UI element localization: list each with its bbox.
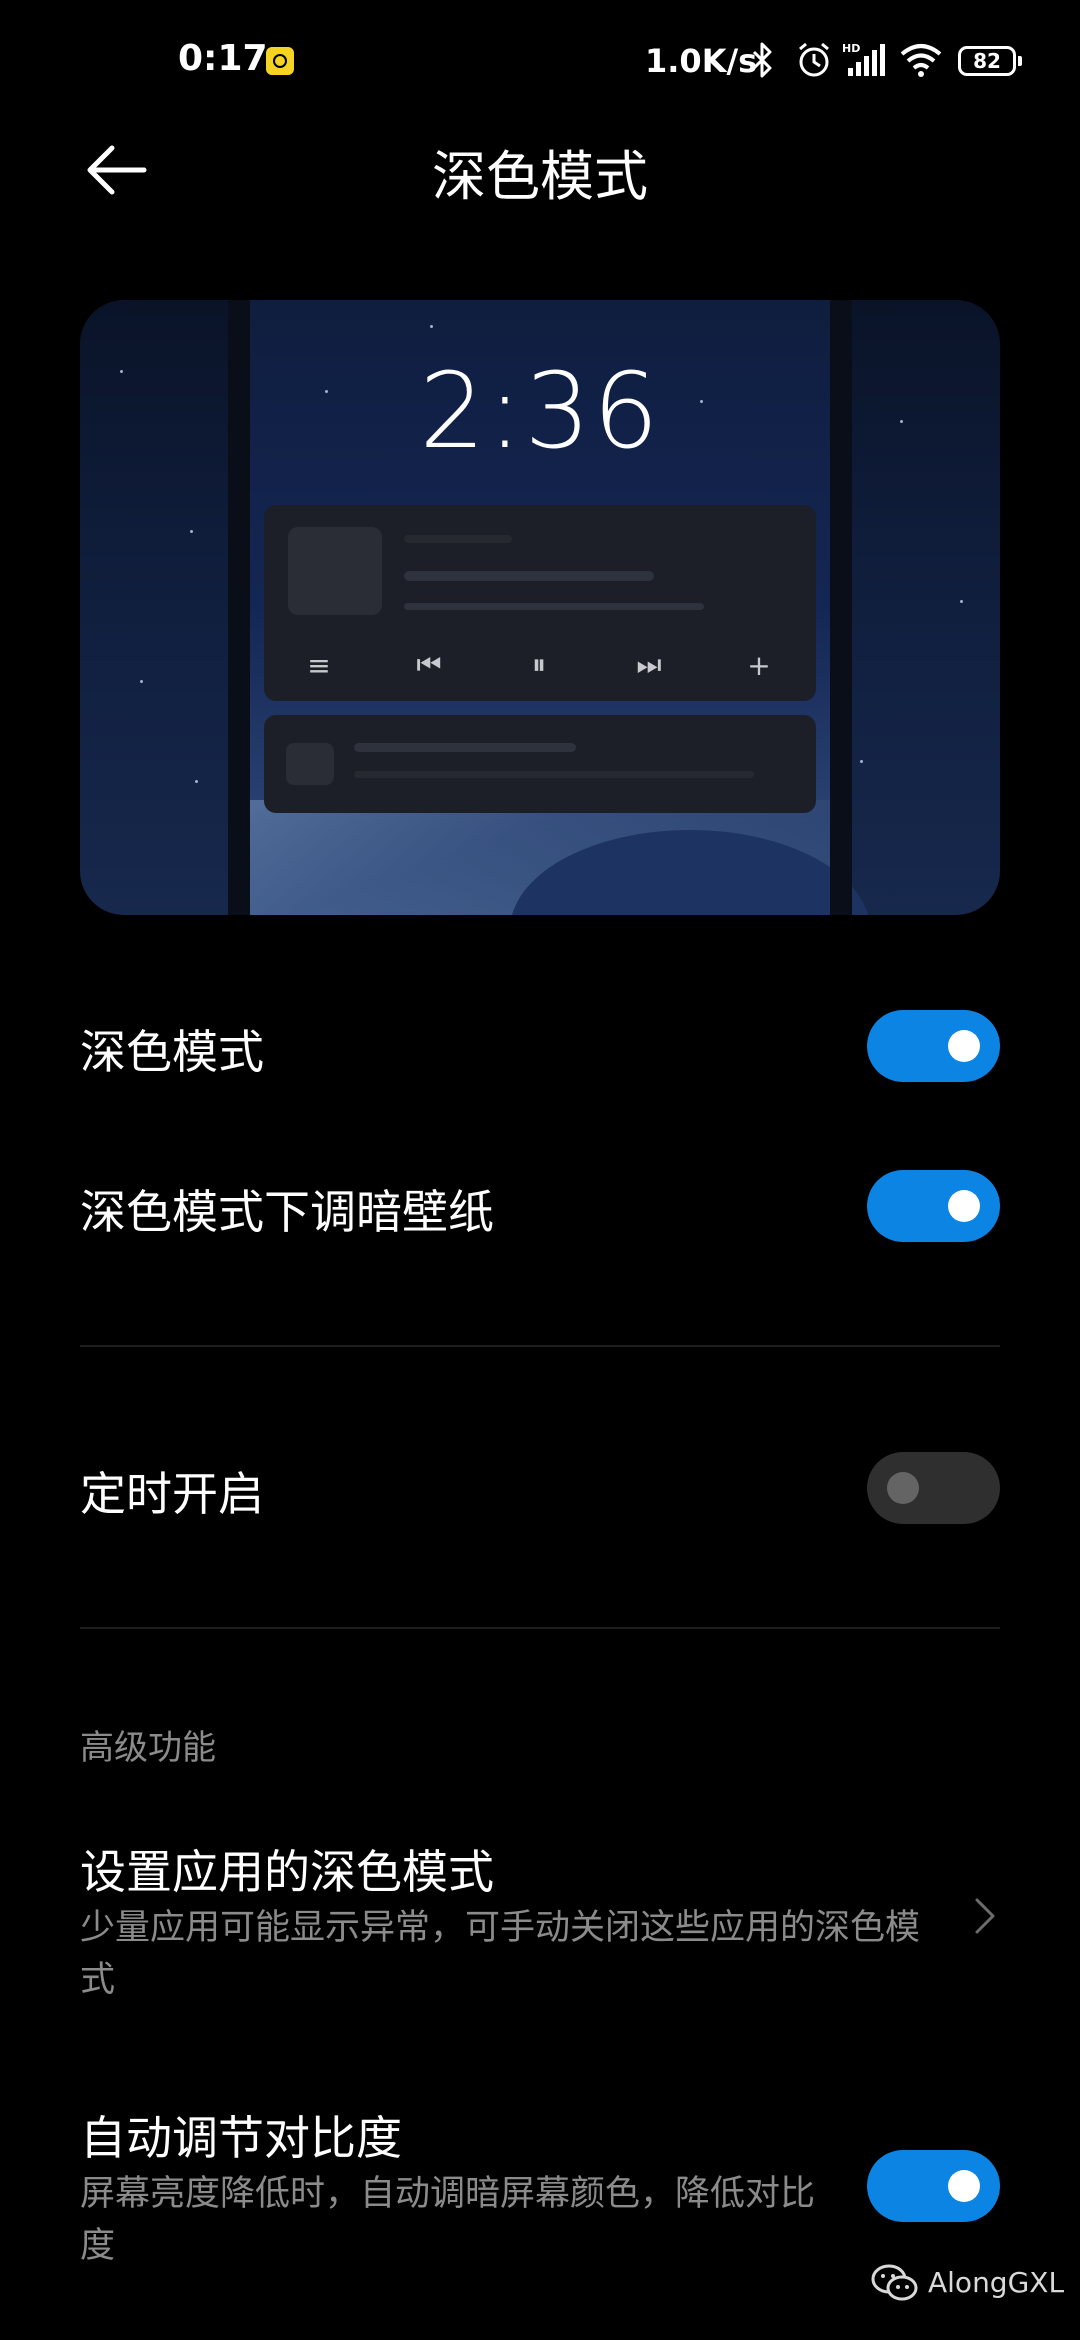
toggle-knob	[948, 1030, 980, 1062]
preview-notification-card	[264, 715, 816, 813]
auto-contrast-description: 屏幕亮度降低时，自动调暗屏幕颜色，降低对比度	[80, 2174, 816, 2266]
preview-notification-thumbnail	[286, 743, 334, 785]
divider	[80, 1627, 1000, 1629]
wifi-icon	[900, 44, 942, 77]
signal-hd-icon: HD	[842, 42, 885, 76]
chevron-right-icon	[975, 1898, 995, 1934]
dark-mode-label: 深色模式	[80, 1025, 264, 1079]
preview-notification-card: ≡ ⏮ ⏸ ⏭ +	[264, 505, 816, 701]
dim-wallpaper-toggle[interactable]	[867, 1170, 1000, 1242]
advanced-section-header: 高级功能	[80, 1728, 216, 1768]
battery-level: 82	[973, 49, 1001, 73]
toggle-knob	[887, 1472, 919, 1504]
status-bar: 0:17 1.0K/s HD 82	[0, 0, 1080, 120]
watermark: AlongGXL	[870, 2262, 1064, 2302]
preview-notification-thumbnail	[288, 527, 382, 615]
app-dark-mode-description: 少量应用可能显示异常，可手动关闭这些应用的深色模式	[80, 1908, 921, 2000]
alarm-icon	[799, 42, 829, 77]
scheduled-toggle[interactable]	[867, 1452, 1000, 1524]
next-icon: ⏭	[636, 648, 662, 681]
app-dark-mode-label: 设置应用的深色模式	[80, 1845, 494, 1899]
auto-contrast-toggle[interactable]	[867, 2150, 1000, 2222]
dark-mode-toggle[interactable]	[867, 1010, 1000, 1082]
pause-icon: ⏸	[531, 648, 546, 681]
dark-mode-preview: 2:36 ≡ ⏮ ⏸ ⏭ +	[80, 300, 1000, 915]
toggle-knob	[948, 1190, 980, 1222]
battery-icon: 82	[958, 46, 1022, 76]
playlist-icon: ≡	[307, 648, 331, 682]
network-speed: 1.0K/s	[645, 42, 758, 80]
divider	[80, 1345, 1000, 1347]
svg-text:HD: HD	[842, 42, 860, 55]
watermark-text: AlongGXL	[928, 2265, 1065, 2299]
app-notification-icon	[266, 47, 294, 75]
preview-clock: 2:36	[419, 350, 661, 472]
bluetooth-icon	[752, 42, 772, 78]
previous-icon: ⏮	[416, 648, 442, 681]
page-title: 深色模式	[432, 145, 648, 208]
scheduled-label: 定时开启	[80, 1467, 264, 1521]
preview-media-controls: ≡ ⏮ ⏸ ⏭ +	[264, 640, 816, 701]
status-time: 0:17	[178, 38, 268, 79]
dim-wallpaper-label: 深色模式下调暗壁纸	[80, 1185, 494, 1239]
toggle-knob	[948, 2170, 980, 2202]
wechat-icon	[871, 2264, 918, 2301]
auto-contrast-label: 自动调节对比度	[80, 2111, 402, 2165]
add-icon: +	[747, 648, 771, 682]
